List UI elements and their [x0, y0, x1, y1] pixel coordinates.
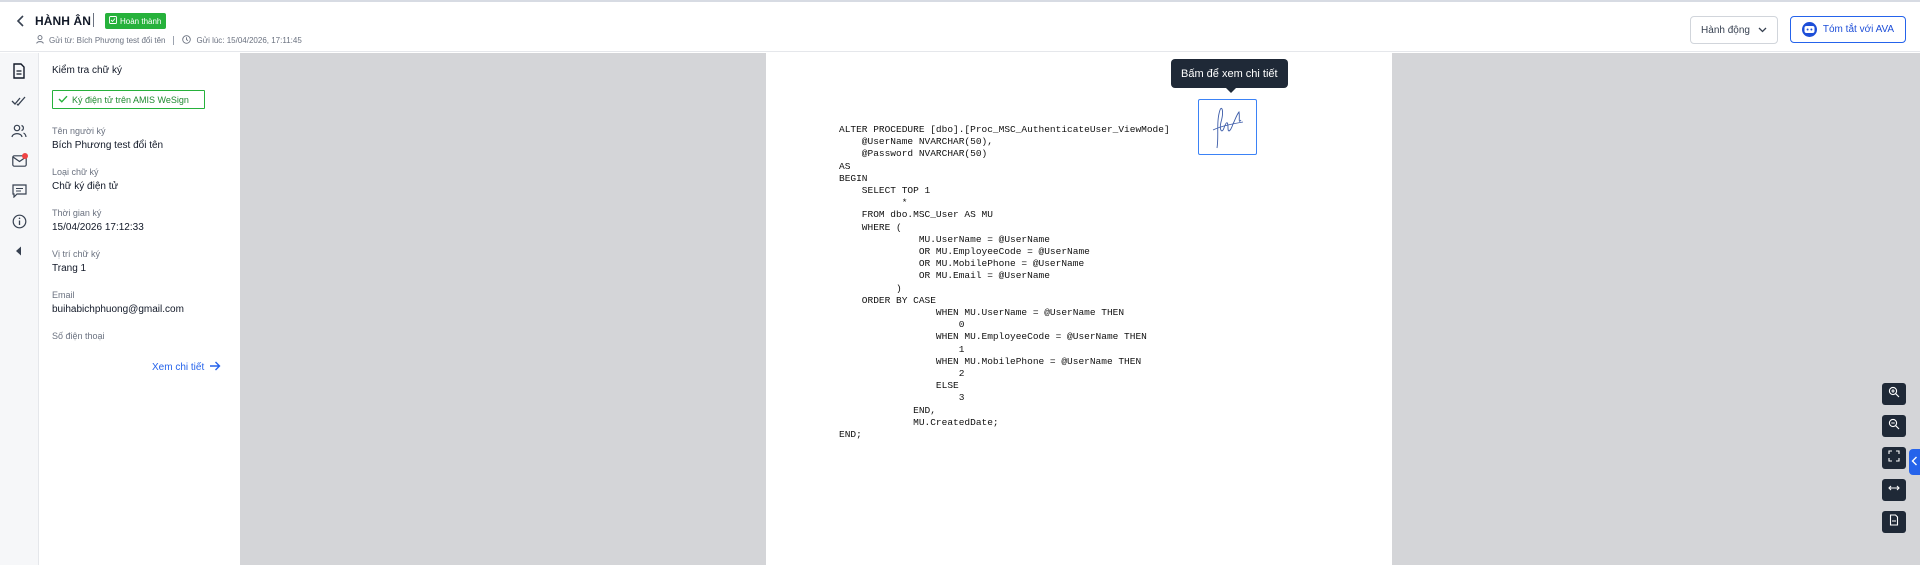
signature-type-label: Loại chữ ký — [52, 167, 99, 177]
document-page: ALTER PROCEDURE [dbo].[Proc_MSC_Authenti… — [766, 53, 1392, 565]
zoom-out-button[interactable] — [1882, 415, 1906, 437]
top-header: HÀNH ÂN Hoàn thành Gửi từ: Bích Phương t… — [0, 0, 1920, 52]
actions-label: Hành động — [1701, 24, 1750, 36]
tooltip-text: Bấm để xem chi tiết — [1181, 67, 1278, 80]
signed-time-label: Thời gian ký — [52, 208, 102, 218]
signer-name-label: Tên người ký — [52, 126, 106, 136]
status-text: Hoàn thành — [120, 16, 162, 26]
user-icon — [36, 35, 44, 46]
zoom-in-button[interactable] — [1882, 383, 1906, 405]
summarize-with-ava-button[interactable]: Tóm tắt với AVA — [1790, 16, 1906, 43]
ava-bot-icon — [1801, 22, 1817, 37]
chevron-left-icon — [1911, 453, 1918, 471]
view-detail-label: Xem chi tiết — [152, 362, 205, 373]
signature-position-value: Trang 1 — [52, 263, 87, 274]
signed-time-value: 15/04/2026 17:12:33 — [52, 222, 144, 233]
signature-type-value: Chữ ký điện tử — [52, 181, 119, 192]
signature-position-label: Vị trí chữ ký — [52, 249, 101, 259]
rail-comment-icon[interactable] — [9, 181, 29, 201]
signature-info-panel: Kiểm tra chữ ký Ký điện tử trên AMIS WeS… — [40, 53, 240, 565]
fit-width-icon — [1888, 481, 1900, 499]
expand-icon — [1888, 449, 1900, 467]
collapse-panel-icon[interactable] — [9, 241, 29, 261]
zoom-in-icon — [1888, 385, 1900, 403]
signer-name-value: Bích Phương test đổi tên — [52, 140, 164, 151]
rail-info-icon[interactable] — [9, 211, 29, 231]
document-meta: Gửi từ: Bích Phương test đổi tên Gửi lúc… — [36, 35, 302, 46]
ava-label: Tóm tắt với AVA — [1822, 24, 1895, 35]
fit-width-button[interactable] — [1882, 479, 1906, 501]
signature-source-text: Ký điện tử trên AMIS WeSign — [72, 94, 189, 105]
signature-source-badge: Ký điện tử trên AMIS WeSign — [52, 90, 205, 109]
expand-side-panel-button[interactable] — [1909, 449, 1920, 475]
status-badge: Hoàn thành — [105, 13, 167, 29]
chevron-down-icon — [1758, 25, 1767, 36]
zoom-out-icon — [1888, 417, 1900, 435]
arrow-right-icon — [209, 361, 221, 374]
clock-icon — [182, 35, 192, 46]
rail-double-check-icon[interactable] — [9, 91, 29, 111]
fit-page-button[interactable] — [1882, 511, 1906, 533]
back-arrow-icon[interactable] — [14, 13, 28, 29]
rail-mail-icon[interactable] — [9, 151, 29, 171]
actions-dropdown-button[interactable]: Hành động — [1690, 16, 1778, 44]
check-square-icon — [109, 16, 117, 26]
signature-tooltip: Bấm để xem chi tiết — [1171, 59, 1288, 93]
rail-document-icon[interactable] — [9, 61, 29, 81]
document-code-text: ALTER PROCEDURE [dbo].[Proc_MSC_Authenti… — [839, 124, 1170, 441]
notification-dot — [22, 153, 28, 159]
sent-time-text: Gửi lúc: 15/04/2026, 17:11:45 — [196, 36, 302, 45]
rail-users-icon[interactable] — [9, 121, 29, 141]
panel-title: Kiểm tra chữ ký — [52, 65, 123, 76]
email-label: Email — [52, 290, 75, 300]
page-icon — [1888, 513, 1900, 531]
signature-box[interactable] — [1198, 99, 1257, 155]
document-title: HÀNH ÂN — [35, 14, 92, 28]
document-viewer: ALTER PROCEDURE [dbo].[Proc_MSC_Authenti… — [240, 53, 1920, 565]
check-icon — [58, 95, 68, 105]
fullscreen-button[interactable] — [1882, 447, 1906, 469]
phone-label: Số điện thoại — [52, 331, 105, 341]
sender-text: Gửi từ: Bích Phương test đổi tên — [49, 36, 166, 45]
title-divider — [93, 13, 94, 27]
left-icon-rail — [0, 53, 39, 565]
handwritten-signature-mark — [1212, 107, 1244, 149]
email-value: buihabichphuong@gmail.com — [52, 304, 184, 315]
view-detail-link[interactable]: Xem chi tiết — [152, 361, 221, 374]
meta-divider — [173, 36, 175, 45]
